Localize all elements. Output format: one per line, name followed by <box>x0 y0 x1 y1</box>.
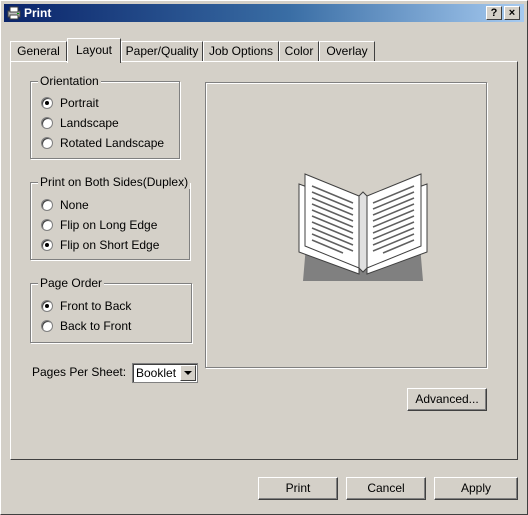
radio-label: Flip on Short Edge <box>60 238 160 252</box>
advanced-button[interactable]: Advanced... <box>407 388 487 411</box>
window-title: Print <box>24 6 52 20</box>
orientation-group: Orientation Portrait Landscape Rotated L… <box>30 74 180 159</box>
radio-button[interactable] <box>41 137 53 149</box>
radio-label: Flip on Long Edge <box>60 218 158 232</box>
advanced-button-label: Advanced... <box>415 392 479 406</box>
page-order-group: Page Order Front to Back Back to Front <box>30 276 192 343</box>
orientation-legend: Orientation <box>38 74 101 88</box>
tab-color[interactable]: Color <box>279 41 319 61</box>
apply-button[interactable]: Apply <box>434 477 518 500</box>
radio-button[interactable] <box>41 97 53 109</box>
title-bar: Print ? × <box>4 4 524 22</box>
radio-button[interactable] <box>41 320 53 332</box>
radio-button[interactable] <box>41 239 53 251</box>
tab-job-options-label: Job Options <box>208 44 274 58</box>
radio-label: Back to Front <box>60 319 132 333</box>
tab-job-options[interactable]: Job Options <box>203 41 279 61</box>
print-button-label: Print <box>285 481 311 495</box>
printer-icon <box>7 6 21 20</box>
layout-panel: Orientation Portrait Landscape Rotated L… <box>10 61 518 460</box>
pages-per-sheet-label: Pages Per Sheet: <box>32 365 127 379</box>
tab-layout-label: Layout <box>75 43 113 57</box>
radio-label: None <box>60 198 89 212</box>
radio-label: Front to Back <box>60 299 132 313</box>
duplex-group: Print on Both Sides(Duplex) None Flip on… <box>30 175 191 260</box>
tab-overlay-label: Overlay <box>326 44 368 58</box>
radio-button[interactable] <box>41 117 53 129</box>
print-dialog: Print ? × General Layout Paper/Quality J… <box>0 0 528 515</box>
pages-per-sheet-select[interactable]: Booklet <box>132 363 198 383</box>
chevron-down-icon[interactable] <box>180 365 196 381</box>
tab-paper-quality[interactable]: Paper/Quality <box>121 41 203 61</box>
radio-label: Landscape <box>60 116 119 130</box>
open-book-icon <box>298 173 428 281</box>
apply-button-label: Apply <box>460 481 492 495</box>
page-order-legend: Page Order <box>38 276 105 290</box>
radio-button[interactable] <box>41 300 53 312</box>
duplex-legend: Print on Both Sides(Duplex) <box>38 175 191 189</box>
radio-button[interactable] <box>41 219 53 231</box>
tab-paper-quality-label: Paper/Quality <box>125 44 199 58</box>
cancel-button[interactable]: Cancel <box>346 477 426 500</box>
help-button[interactable]: ? <box>486 6 502 20</box>
tab-layout[interactable]: Layout <box>67 38 121 63</box>
help-icon: ? <box>490 7 498 19</box>
close-icon: × <box>508 7 516 19</box>
radio-label: Rotated Landscape <box>60 136 165 150</box>
layout-preview <box>205 82 487 368</box>
cancel-button-label: Cancel <box>367 481 405 495</box>
tab-overlay[interactable]: Overlay <box>319 41 375 61</box>
print-button[interactable]: Print <box>258 477 338 500</box>
tab-general-label: General <box>17 44 60 58</box>
tab-color-label: Color <box>284 44 314 58</box>
tab-general[interactable]: General <box>10 41 67 61</box>
pages-per-sheet-value: Booklet <box>136 366 177 380</box>
close-button[interactable]: × <box>504 6 520 20</box>
radio-label: Portrait <box>60 96 99 110</box>
radio-button[interactable] <box>41 199 53 211</box>
